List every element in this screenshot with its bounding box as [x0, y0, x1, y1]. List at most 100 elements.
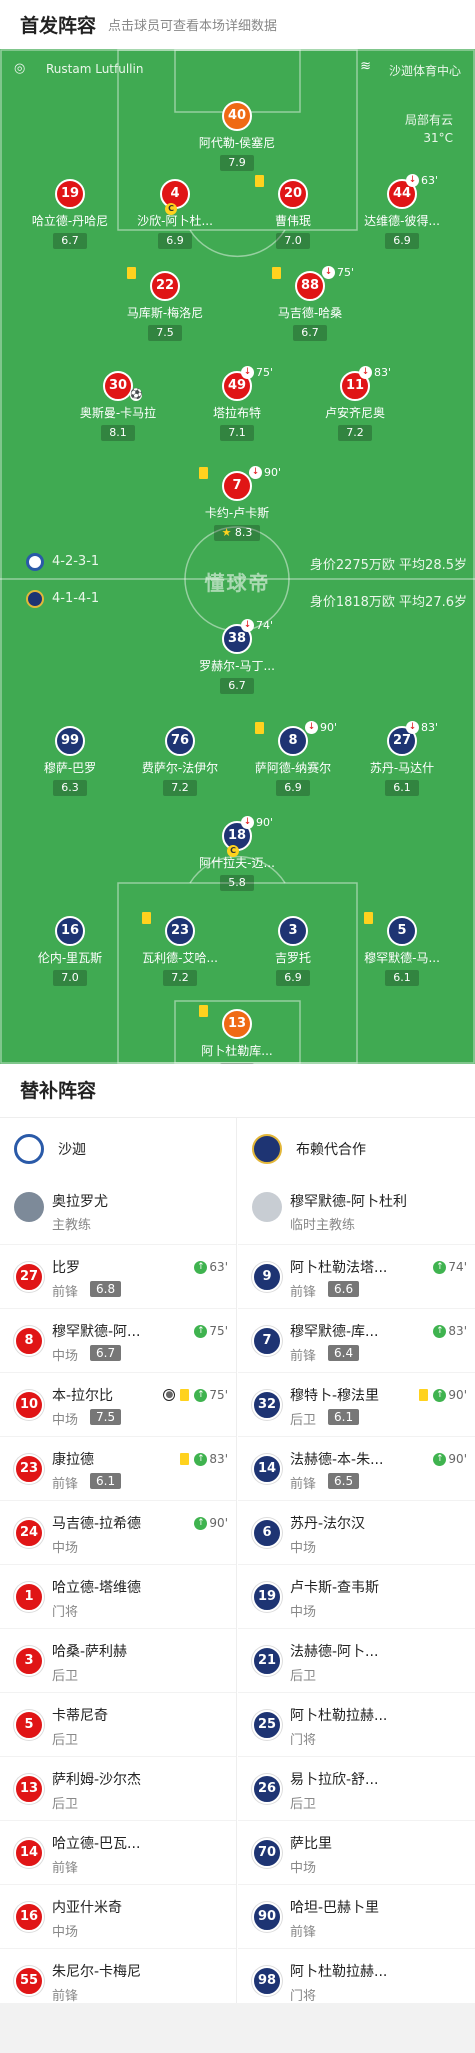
player-number-badge: 23	[14, 1454, 44, 1484]
home-sub-row[interactable]: 24 马吉德-拉希德 中场 ↑ 90'	[0, 1500, 236, 1564]
home-player-0[interactable]: 40 阿代勒-侯塞尼 7.9	[177, 101, 297, 171]
away-team-row: 4-1-4-1 身价1818万欧 平均27.6岁	[0, 589, 475, 611]
away-sub-row[interactable]: 26 易卜拉欣-舒... 后卫	[238, 1756, 475, 1820]
away-player-7[interactable]: 23 瓦利德-艾哈... 7.2	[120, 912, 240, 986]
home-coach[interactable]: 奥拉罗尤 主教练	[0, 1180, 236, 1244]
home-sub-row[interactable]: 27 比罗 前锋 6.8 ↑ 63'	[0, 1244, 236, 1308]
player-name: 阿卜杜勒法塔...	[290, 1260, 388, 1276]
sub-in-minute: 75'	[209, 1388, 228, 1402]
player-number-badge: 90	[252, 1902, 282, 1932]
home-sub-row[interactable]: 3 哈桑-萨利赫 后卫	[0, 1628, 236, 1692]
player-number-badge: 27	[14, 1262, 44, 1292]
yellow-card-icon	[199, 467, 208, 479]
home-player-8[interactable]: 49 ↓ 75' 塔拉布特 7.1	[177, 366, 297, 441]
home-sub-row[interactable]: 5 卡蒂尼奇 后卫	[0, 1692, 236, 1756]
rating-value: 7.2	[346, 426, 364, 439]
away-sub-row[interactable]: 9 阿卜杜勒法塔... 前锋 6.6 ↑ 74'	[238, 1244, 475, 1308]
player-number-badge: 8	[278, 726, 308, 756]
home-player-3[interactable]: 20 曹伟珉 7.0	[233, 175, 353, 249]
away-sub-row[interactable]: 14 法赫德-本-朱... 前锋 6.5 ↑ 90'	[238, 1436, 475, 1500]
rating-value: 7.0	[61, 971, 79, 984]
home-player-5[interactable]: 22 马库斯-梅洛尼 7.5	[105, 267, 225, 341]
away-sub-row[interactable]: 6 苏丹-法尔汉 中场	[238, 1500, 475, 1564]
away-sub-row[interactable]: 19 卢卡斯-查韦斯 中场	[238, 1564, 475, 1628]
player-name: 法赫德-本-朱...	[290, 1452, 384, 1468]
away-team-header[interactable]: 布赖代合作	[238, 1118, 475, 1180]
captain-icon: C	[165, 203, 177, 215]
sub-out-indicator: ↓ 83'	[359, 366, 391, 379]
away-player-8[interactable]: 3 吉罗托 6.9	[233, 916, 353, 986]
home-coach-name: 奥拉罗尤	[52, 1194, 108, 1210]
away-player-9[interactable]: 5 穆罕默德-马... 6.1	[342, 912, 462, 986]
player-rating: 6.1	[385, 780, 419, 796]
player-number-badge: 19	[55, 179, 85, 209]
sub-in-icon: ↑	[194, 1260, 208, 1274]
away-subs-column: 布赖代合作 穆罕默德-阿卜杜利 临时主教练 9 阿卜杜勒法塔... 前锋 6.6 ↑ 74…	[238, 1118, 475, 2012]
away-sub-row[interactable]: 25 阿卜杜勒拉赫... 门将	[238, 1692, 475, 1756]
player-position: 前锋	[52, 1861, 79, 1876]
sub-events: ↑ 83'	[433, 1324, 467, 1338]
sub-events: ↑ 63'	[194, 1260, 228, 1274]
away-player-1[interactable]: 99 穆萨-巴罗 6.3	[10, 726, 130, 796]
player-name: 阿代勒-侯塞尼	[198, 136, 276, 150]
player-number-badge: 3	[14, 1646, 44, 1676]
home-player-6[interactable]: 88 ↓ 75' 马吉德-哈桑 6.7	[250, 266, 370, 341]
stadium-icon: ≋	[360, 59, 371, 74]
player-rating: 6.1	[328, 1409, 360, 1425]
away-sub-row[interactable]: 70 萨比里 中场	[238, 1820, 475, 1884]
away-player-2[interactable]: 76 费萨尔-法伊尔 7.2	[120, 726, 240, 796]
home-sub-row[interactable]: 1 哈立德-塔维德 门将	[0, 1564, 236, 1628]
player-name: 马吉德-拉希德	[52, 1516, 142, 1532]
away-player-0[interactable]: 38 ↓ 74' 罗赫尔-马丁... 6.7	[177, 619, 297, 694]
home-sub-row[interactable]: 14 哈立德-巴瓦... 前锋	[0, 1820, 236, 1884]
away-sub-row[interactable]: 90 哈坦-巴赫卜里 前锋	[238, 1884, 475, 1948]
player-name: 穆特卜-穆法里	[290, 1388, 380, 1404]
player-position: 后卫	[290, 1413, 317, 1428]
away-coach-role: 临时主教练	[290, 1218, 356, 1233]
player-name: 奥斯曼-卡马拉	[79, 406, 157, 420]
player-rating: 6.7	[293, 325, 327, 341]
away-sub-row[interactable]: 32 穆特卜-穆法里 后卫 6.1 ↑ 90'	[238, 1372, 475, 1436]
home-sub-row[interactable]: 16 内亚什米奇 中场	[0, 1884, 236, 1948]
home-sub-row[interactable]: 10 本-拉尔比 中场 7.5 ● ↑ 75'	[0, 1372, 236, 1436]
yellow-card-icon	[364, 912, 373, 924]
player-position: 门将	[290, 1733, 317, 1748]
player-position: 中场	[52, 1349, 79, 1364]
player-rating: 7.1	[220, 425, 254, 441]
home-player-4[interactable]: 44 ↓ 63' 达维德-彼得... 6.9	[342, 174, 462, 249]
player-position: 后卫	[52, 1733, 79, 1748]
away-player-5[interactable]: 18 ↓ 90' C 阿什拉夫-迈... 5.8	[177, 816, 297, 891]
player-rating: 6.7	[220, 678, 254, 694]
player-position: 后卫	[52, 1669, 79, 1684]
away-sub-row[interactable]: 21 法赫德-阿卜... 后卫	[238, 1628, 475, 1692]
home-player-7[interactable]: 30 ⚽ 奥斯曼-卡马拉 8.1	[58, 371, 178, 441]
player-rating: 6.7	[90, 1345, 122, 1361]
player-rating: 7.9	[220, 155, 254, 171]
yellow-card-icon	[127, 267, 136, 279]
home-player-1[interactable]: 19 哈立德-丹哈尼 6.7	[10, 179, 130, 249]
player-name: 萨比里	[290, 1836, 332, 1852]
home-team-header[interactable]: 沙迦	[0, 1118, 236, 1180]
home-sub-row[interactable]: 23 康拉德 前锋 6.1 ↑ 83'	[0, 1436, 236, 1500]
player-number-badge: 8	[14, 1326, 44, 1356]
away-sub-row[interactable]: 7 穆罕默德-库... 前锋 6.4 ↑ 83'	[238, 1308, 475, 1372]
player-number-badge: 76	[165, 726, 195, 756]
home-player-10[interactable]: 7 ↓ 90' 卡约-卢卡斯 ★ 8.3	[177, 466, 297, 541]
player-rating: 5.8	[220, 875, 254, 891]
rating-value: 8.1	[109, 426, 127, 439]
away-player-3[interactable]: 8 ↓ 90' 萨阿德-纳赛尔 6.9	[233, 721, 353, 796]
home-sub-row[interactable]: 13 萨利姆-沙尔杰 后卫	[0, 1756, 236, 1820]
player-name: 哈立德-巴瓦...	[52, 1836, 141, 1852]
away-player-10[interactable]: 13阿卜杜勒库...7.0	[177, 1005, 297, 1064]
sub-events: ↑ 90'	[419, 1388, 467, 1402]
home-sub-row[interactable]: 8 穆罕默德-阿... 中场 6.7 ↑ 75'	[0, 1308, 236, 1372]
away-player-6[interactable]: 16 伦内-里瓦斯 7.0	[10, 916, 130, 986]
sub-out-icon: ↓	[241, 619, 254, 632]
player-rating: 6.8	[90, 1281, 122, 1297]
home-player-9[interactable]: 11 ↓ 83' 卢安齐尼奥 7.2	[295, 366, 415, 441]
player-number-badge: 70	[252, 1838, 282, 1868]
rating-value: 7.1	[228, 426, 246, 439]
away-coach[interactable]: 穆罕默德-阿卜杜利 临时主教练	[238, 1180, 475, 1244]
away-player-4[interactable]: 27 ↓ 83' 苏丹-马达什 6.1	[342, 721, 462, 796]
home-player-2[interactable]: 4 C 沙欣-阿卜杜... 6.9	[115, 179, 235, 249]
